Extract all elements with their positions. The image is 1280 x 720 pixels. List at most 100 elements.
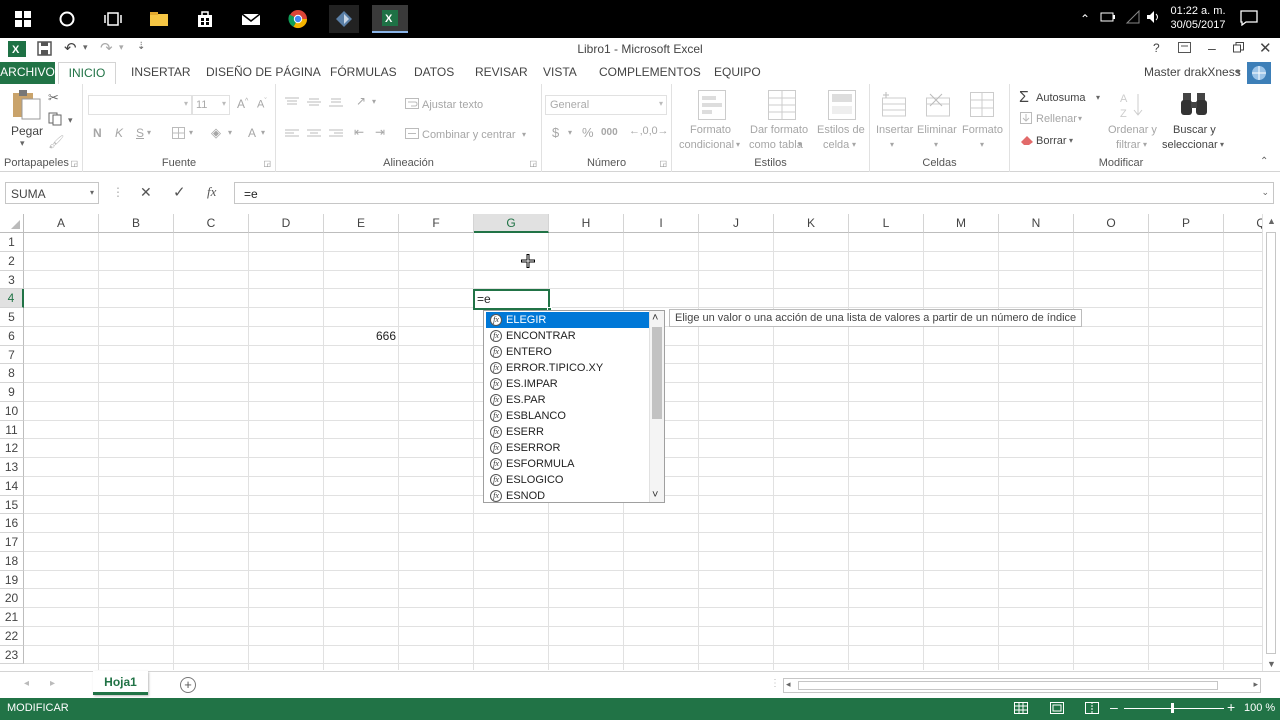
- expand-formula-icon[interactable]: ⌄: [1261, 187, 1269, 198]
- dialog-launcher-icon[interactable]: ◲: [263, 159, 271, 168]
- column-header-a[interactable]: A: [24, 214, 99, 233]
- autocomplete-item[interactable]: fx ESERROR: [486, 440, 650, 456]
- row-header-21[interactable]: 21: [0, 608, 24, 627]
- autocomplete-scroll-thumb[interactable]: [652, 327, 662, 419]
- battery-icon[interactable]: [1100, 11, 1116, 26]
- column-header-b[interactable]: B: [99, 214, 174, 233]
- chevron-up-icon[interactable]: ˄: [652, 312, 658, 324]
- column-header-i[interactable]: I: [624, 214, 699, 233]
- row-header-8[interactable]: 8: [0, 364, 24, 383]
- dialog-launcher-icon[interactable]: ◲: [529, 159, 537, 168]
- fill-color-icon[interactable]: ◈: [211, 125, 221, 141]
- align-top-icon[interactable]: [285, 96, 299, 110]
- conditional-dropdown-icon[interactable]: ▾: [736, 140, 740, 149]
- tab-equipo[interactable]: EQUIPO: [714, 65, 761, 79]
- column-header-f[interactable]: F: [399, 214, 474, 233]
- column-header-n[interactable]: N: [999, 214, 1074, 233]
- borders-icon[interactable]: [172, 127, 186, 142]
- row-header-12[interactable]: 12: [0, 439, 24, 458]
- font-name-select[interactable]: ▾: [88, 95, 192, 115]
- minimize-button[interactable]: –: [1208, 40, 1216, 56]
- collapse-ribbon-icon[interactable]: ⌃: [1260, 156, 1268, 167]
- function-autocomplete-list[interactable]: fx ELEGIR fx ENCONTRAR fx ENTERO fx ERROR.TIPIC…: [483, 310, 665, 503]
- cortana-icon[interactable]: [52, 5, 82, 33]
- align-bottom-icon[interactable]: [329, 96, 343, 110]
- zoom-slider[interactable]: [1124, 708, 1224, 709]
- conditional-format-label-1[interactable]: Formato: [690, 124, 731, 136]
- column-header-l[interactable]: L: [849, 214, 924, 233]
- row-header-4[interactable]: 4: [0, 289, 24, 308]
- normal-view-icon[interactable]: [1014, 702, 1028, 717]
- excel-icon[interactable]: X: [372, 5, 408, 33]
- row-header-20[interactable]: 20: [0, 589, 24, 608]
- row-header-11[interactable]: 11: [0, 420, 24, 440]
- number-format-select[interactable]: General ▾: [545, 95, 667, 115]
- increase-decimal-icon[interactable]: ←‚0: [629, 125, 649, 137]
- binoculars-icon[interactable]: [1180, 91, 1208, 120]
- scroll-left-icon[interactable]: ◂: [786, 679, 791, 690]
- column-header-d[interactable]: D: [249, 214, 324, 233]
- row-header-16[interactable]: 16: [0, 514, 24, 533]
- fill-icon[interactable]: [1020, 112, 1032, 127]
- orientation-icon[interactable]: ↗: [356, 94, 366, 108]
- volume-icon[interactable]: [1146, 10, 1162, 27]
- cell-styles-label-1[interactable]: Estilos de: [817, 124, 865, 136]
- fill-color-dropdown-icon[interactable]: ▾: [228, 128, 232, 137]
- copy-icon[interactable]: [48, 112, 64, 129]
- format-dropdown-icon[interactable]: ▾: [980, 140, 984, 149]
- align-left-icon[interactable]: [285, 128, 299, 142]
- column-header-c[interactable]: C: [174, 214, 249, 233]
- column-header-k[interactable]: K: [774, 214, 849, 233]
- thousands-button[interactable]: 000: [601, 127, 618, 138]
- orientation-dropdown-icon[interactable]: ▾: [372, 97, 376, 106]
- app-icon[interactable]: [329, 5, 359, 33]
- find-select-dropdown-icon[interactable]: ▾: [1220, 140, 1224, 149]
- format-table-label-2[interactable]: como tabla: [749, 139, 803, 151]
- wifi-icon[interactable]: [1125, 9, 1141, 27]
- chevron-down-icon[interactable]: ˅: [652, 489, 658, 501]
- autocomplete-item[interactable]: fx ESFORMULA: [486, 456, 650, 472]
- task-view-icon[interactable]: [98, 5, 128, 33]
- sort-filter-dropdown-icon[interactable]: ▾: [1143, 140, 1147, 149]
- percent-button[interactable]: %: [582, 125, 594, 140]
- column-header-o[interactable]: O: [1074, 214, 1149, 233]
- row-header-13[interactable]: 13: [0, 458, 24, 477]
- autocomplete-item[interactable]: fx ERROR.TIPICO.XY: [486, 360, 650, 376]
- mail-icon[interactable]: [236, 5, 266, 33]
- insert-function-button[interactable]: fx: [207, 184, 216, 200]
- decrease-indent-icon[interactable]: ⇤: [354, 125, 364, 139]
- align-right-icon[interactable]: [329, 128, 343, 142]
- vertical-scrollbar[interactable]: ▲ ▼: [1262, 214, 1280, 671]
- column-header-m[interactable]: M: [924, 214, 999, 233]
- autocomplete-item[interactable]: fx ESLOGICO: [486, 472, 650, 488]
- cell-e6[interactable]: 666: [324, 327, 399, 346]
- italic-button[interactable]: K: [115, 126, 123, 140]
- cell-styles-dropdown-icon[interactable]: ▾: [852, 140, 856, 149]
- row-header-1[interactable]: 1: [0, 233, 24, 252]
- tab-archivo[interactable]: ARCHIVO: [0, 62, 55, 84]
- select-all-corner[interactable]: [0, 214, 24, 233]
- tab-datos[interactable]: DATOS: [414, 65, 454, 79]
- restore-button[interactable]: [1233, 42, 1244, 56]
- name-box[interactable]: SUMA ▾: [5, 182, 99, 204]
- tab-vista[interactable]: VISTA: [543, 65, 577, 79]
- row-header-23[interactable]: 23: [0, 645, 24, 665]
- decrease-decimal-icon[interactable]: ‚0→: [649, 125, 669, 137]
- autocomplete-item[interactable]: fx ENCONTRAR: [486, 328, 650, 344]
- paste-label[interactable]: Pegar: [11, 124, 43, 138]
- autocomplete-item[interactable]: fx ENTERO: [486, 344, 650, 360]
- close-button[interactable]: ✕: [1259, 39, 1272, 57]
- format-table-icon[interactable]: [768, 90, 796, 123]
- horizontal-scrollbar[interactable]: ◂ ▸: [783, 678, 1261, 693]
- row-header-3[interactable]: 3: [0, 270, 24, 290]
- paste-dropdown-icon[interactable]: ▾: [20, 138, 25, 149]
- scroll-right-icon[interactable]: ▸: [1253, 679, 1258, 690]
- delete-cells-icon[interactable]: [926, 92, 950, 121]
- sort-filter-icon[interactable]: AZ: [1118, 90, 1146, 123]
- font-color-icon[interactable]: A: [248, 126, 256, 140]
- paste-icon[interactable]: [10, 89, 42, 124]
- clear-label[interactable]: Borrar: [1036, 135, 1067, 147]
- avatar[interactable]: [1247, 62, 1271, 84]
- tab-inicio[interactable]: INICIO: [58, 62, 116, 85]
- find-select-label-2[interactable]: seleccionar: [1162, 139, 1218, 151]
